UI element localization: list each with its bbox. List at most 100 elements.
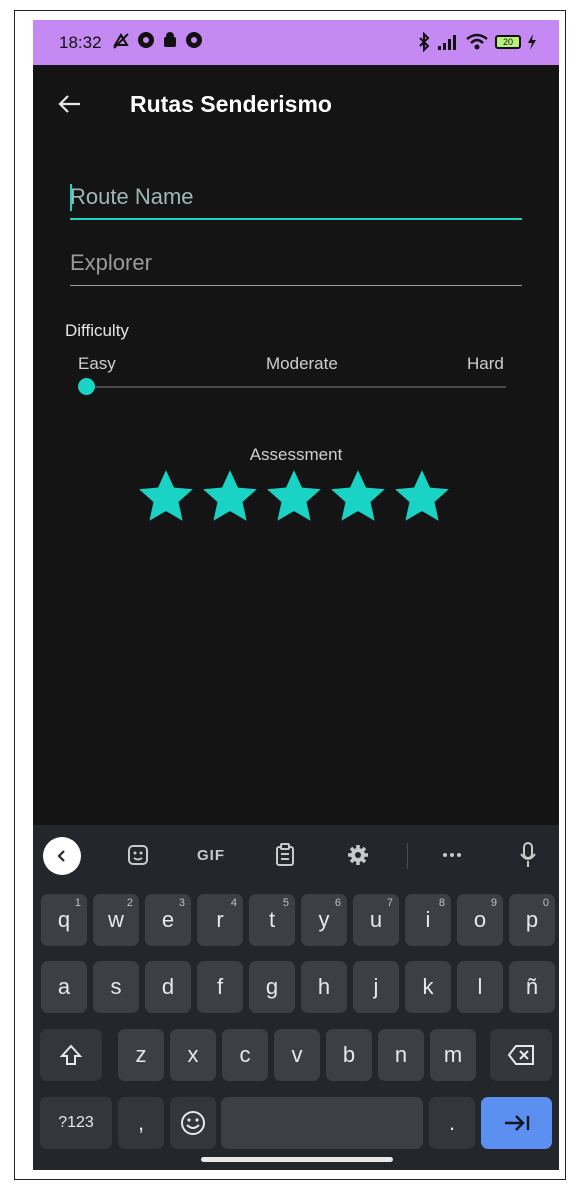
key-hint: 6 [334,897,341,909]
star-icon[interactable] [200,468,260,526]
charging-icon [528,34,536,50]
difficulty-slider-track[interactable] [86,386,506,388]
back-arrow-icon[interactable] [55,89,85,119]
page-title: Rutas Senderismo [130,91,332,117]
key-3-2[interactable]: c [222,1029,268,1081]
key-3-5[interactable]: n [378,1029,424,1081]
key-hint: 2 [126,897,133,909]
key-label: u [369,907,383,932]
key-label: v [291,1042,303,1067]
key-1-1[interactable]: w2 [93,894,139,946]
key-hint: 8 [438,897,445,909]
toolbar-divider [407,843,408,869]
key-hint: 1 [74,897,81,909]
key-label: h [317,974,331,999]
key-label: j [373,974,379,999]
android-notification-icon [164,32,176,47]
key-label: t [268,907,276,932]
key-label: r [216,907,224,932]
key-2-1[interactable]: s [93,961,139,1013]
keyboard-toolbar: GIF [33,825,559,885]
key-2-7[interactable]: k [405,961,451,1013]
shift-icon [59,1044,83,1065]
key-3-4[interactable]: b [326,1029,372,1081]
key-1-9[interactable]: p0 [509,894,555,946]
key-2-3[interactable]: f [197,961,243,1013]
key-3-3[interactable]: v [274,1029,320,1081]
shift-key[interactable] [40,1029,102,1081]
more-icon[interactable] [437,840,467,870]
key-label: l [477,974,483,999]
star-icon[interactable] [136,468,196,526]
key-3-0[interactable]: z [118,1029,164,1081]
status-bar: 18:32 20 [33,20,559,65]
key-label: k [422,974,434,999]
clipboard-icon[interactable] [270,840,300,870]
key-label: c [239,1042,251,1067]
star-icon[interactable] [328,468,388,526]
difficulty-label: Difficulty [65,321,129,340]
app-notification-icon [138,32,154,48]
home-indicator[interactable] [201,1157,393,1162]
key-label: d [161,974,175,999]
route-name-underline [70,218,522,220]
key-label: y [318,907,330,932]
key-label: s [110,974,122,999]
emoji-key[interactable] [170,1097,216,1149]
key-1-2[interactable]: e3 [145,894,191,946]
signal-icon [438,35,456,50]
key-label: m [443,1042,463,1067]
key-label: o [473,907,487,932]
symbols-key[interactable]: ?123 [40,1097,112,1149]
key-label: f [216,974,224,999]
comma-key[interactable]: , [118,1097,164,1149]
key-2-0[interactable]: a [41,961,87,1013]
route-name-label: Route Name [70,184,194,209]
explorer-label: Explorer [70,250,152,275]
key-1-7[interactable]: i8 [405,894,451,946]
key-3-1[interactable]: x [170,1029,216,1081]
key-3-6[interactable]: m [430,1029,476,1081]
wifi-icon [466,33,488,50]
key-hint: 3 [178,897,185,909]
key-2-6[interactable]: j [353,961,399,1013]
period-key[interactable]: . [429,1097,475,1149]
key-1-0[interactable]: q1 [41,894,87,946]
star-icon[interactable] [264,468,324,526]
key-1-6[interactable]: u7 [353,894,399,946]
route-name-input[interactable]: Route Name [70,176,522,220]
key-2-4[interactable]: g [249,961,295,1013]
key-1-4[interactable]: t5 [249,894,295,946]
difficulty-option-hard: Hard [467,354,504,373]
key-label: x [187,1042,199,1067]
gear-icon[interactable] [343,840,373,870]
key-hint: 9 [490,897,497,909]
key-hint: 4 [230,897,237,909]
star-icon[interactable] [392,468,452,526]
key-2-8[interactable]: l [457,961,503,1013]
key-2-5[interactable]: h [301,961,347,1013]
key-1-8[interactable]: o9 [457,894,503,946]
explorer-underline [70,285,522,286]
key-label: b [342,1042,356,1067]
key-2-2[interactable]: d [145,961,191,1013]
chevron-left-icon[interactable] [43,837,81,875]
next-key[interactable] [481,1097,552,1149]
key-1-3[interactable]: r4 [197,894,243,946]
key-2-9[interactable]: ñ [509,961,555,1013]
microphone-icon[interactable] [513,840,543,870]
space-key[interactable] [221,1097,423,1149]
bluetooth-icon [419,32,430,52]
sticker-icon[interactable] [123,840,153,870]
difficulty-option-easy: Easy [78,354,116,373]
difficulty-option-moderate: Moderate [266,354,338,373]
rating-stars [136,468,456,526]
battery-icon: 20 [495,35,521,49]
key-1-5[interactable]: y6 [301,894,347,946]
key-label: p [525,907,539,932]
backspace-key[interactable] [490,1029,552,1081]
difficulty-slider-thumb[interactable] [78,378,95,395]
explorer-input[interactable]: Explorer [70,242,522,286]
gif-button[interactable]: GIF [191,840,231,870]
key-label: ñ [525,974,539,999]
